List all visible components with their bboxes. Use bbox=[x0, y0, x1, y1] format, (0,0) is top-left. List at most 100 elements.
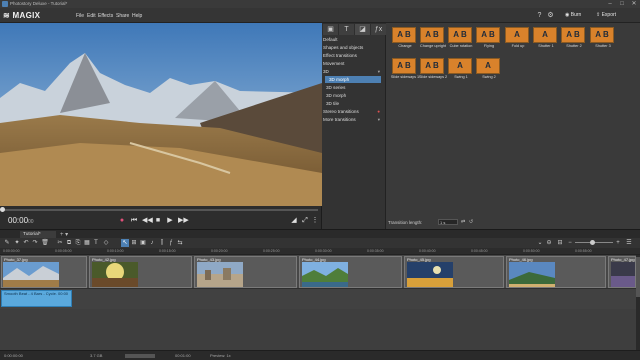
zoom-slider-handle[interactable] bbox=[590, 240, 595, 245]
category-3d[interactable]: 3D ▾ bbox=[322, 68, 386, 75]
transition-grid: A B Change A B Change upright A B Cube rota… bbox=[386, 23, 640, 229]
effects-icon[interactable]: ƒ bbox=[167, 239, 175, 247]
settings-icon[interactable]: ⚙ bbox=[546, 11, 555, 20]
zoom-minus-icon[interactable]: − bbox=[566, 239, 574, 247]
paste-icon[interactable]: ⎘ bbox=[74, 239, 82, 247]
redo-icon[interactable]: ↷ bbox=[31, 239, 39, 247]
close-button[interactable]: ✕ bbox=[628, 0, 640, 8]
jump-start-icon[interactable]: ⏮ bbox=[130, 217, 138, 225]
next-icon[interactable]: ▶▶ bbox=[178, 217, 189, 225]
transition-shutter-1[interactable]: A Shutter 1 bbox=[531, 27, 561, 53]
timeline-clip[interactable]: Photo_44.jpg bbox=[299, 256, 402, 288]
tab-media[interactable]: ▣ bbox=[323, 24, 338, 35]
export-button[interactable]: ⇪ Export bbox=[596, 11, 616, 20]
tab-titles[interactable]: T bbox=[339, 24, 354, 35]
timeline-view-icon[interactable]: ☰ bbox=[625, 239, 633, 247]
copy-icon[interactable]: ⧉ bbox=[65, 239, 73, 247]
category-stereo-transitions[interactable]: Stereo transitions ● bbox=[322, 108, 386, 115]
mouse-mode-icon[interactable]: ✎ bbox=[3, 239, 11, 247]
transition-fold-up[interactable]: A Fold up bbox=[503, 27, 533, 53]
pointer-icon[interactable]: ↖ bbox=[121, 239, 129, 247]
category-default[interactable]: Default bbox=[322, 36, 386, 43]
timeline-horizontal-scrollbar[interactable] bbox=[125, 354, 155, 358]
category-3d-morph-selected[interactable]: 3D morph bbox=[325, 76, 381, 83]
effects-category-panel: ▣ T ◪ ƒx Default Shapes and objects Effe… bbox=[322, 23, 386, 229]
transitions-icon[interactable]: ⇆ bbox=[176, 239, 184, 247]
transition-swing-2[interactable]: A Swing 2 bbox=[474, 58, 504, 84]
ruler-tick: 0:00:25:00 bbox=[263, 249, 280, 253]
timeline-clip[interactable]: Photo_45.jpg bbox=[404, 256, 504, 288]
timeline-clip[interactable]: Photo_47.jpg bbox=[608, 256, 636, 288]
category-effect-transitions[interactable]: Effect transitions bbox=[322, 52, 386, 59]
category-more-transitions[interactable]: More transitions ▾ bbox=[322, 116, 386, 123]
transition-swing-1[interactable]: A Swing 1 bbox=[446, 58, 476, 84]
menu-file[interactable]: File bbox=[76, 13, 84, 19]
timeline-clip[interactable]: Photo_37.jpg bbox=[1, 256, 87, 288]
transition-slide-sideways-2[interactable]: A B Slide sideways 2 bbox=[418, 58, 448, 84]
undo-icon[interactable]: ↶ bbox=[22, 239, 30, 247]
menu-effects[interactable]: Effects bbox=[98, 13, 113, 19]
category-3d-morph[interactable]: 3D morph bbox=[322, 92, 386, 99]
wand-icon[interactable]: ✦ bbox=[13, 239, 21, 247]
reset-icon[interactable]: ↺ bbox=[469, 219, 473, 225]
ruler-tick: 0:00:15:00 bbox=[159, 249, 176, 253]
preview-menu-icon[interactable]: ⋮ bbox=[311, 217, 319, 225]
menu-share[interactable]: Share bbox=[116, 13, 129, 19]
seek-handle[interactable] bbox=[0, 207, 5, 212]
audio-clip[interactable]: Smooth Beat - 4 Bars - Cycle. 00:00 bbox=[1, 290, 72, 307]
transition-shutter-2[interactable]: A B Shutter 2 bbox=[559, 27, 589, 53]
apply-all-icon[interactable]: ⇄ bbox=[461, 219, 465, 225]
ruler-tick: 0:00:20:00 bbox=[211, 249, 228, 253]
group-icon[interactable]: ▦ bbox=[83, 239, 91, 247]
ruler-tick: 0:00:55:00 bbox=[575, 249, 592, 253]
category-3d-tile[interactable]: 3D tile bbox=[322, 100, 386, 107]
minimize-button[interactable]: – bbox=[604, 0, 616, 8]
timeline-clip[interactable]: Photo_43.jpg bbox=[194, 256, 297, 288]
clip-thumbnail bbox=[3, 262, 59, 287]
transition-length-input[interactable]: 1 s bbox=[438, 219, 458, 225]
menu-edit[interactable]: Edit bbox=[87, 13, 96, 19]
fullscreen-icon[interactable]: ⤢ bbox=[301, 217, 309, 225]
audio-icon[interactable]: ♪ bbox=[148, 239, 156, 247]
stop-icon[interactable]: ■ bbox=[154, 217, 162, 225]
timeline-vertical-scrollbar[interactable] bbox=[636, 255, 640, 350]
transition-shutter-3[interactable]: A B Shutter 3 bbox=[588, 27, 618, 53]
timeline-clip[interactable]: Photo_46.jpg bbox=[506, 256, 606, 288]
play-icon[interactable]: ▶ bbox=[166, 217, 174, 225]
add-project-button[interactable]: + ▾ bbox=[60, 231, 68, 238]
volume-icon[interactable]: ◢ bbox=[290, 217, 298, 225]
timeline-clip[interactable]: Photo_42.jpg bbox=[89, 256, 192, 288]
transition-change[interactable]: A B Change bbox=[390, 27, 420, 53]
timeline-tracks: Photo_37.jpg Photo_42.jpg Photo_43.jpg P… bbox=[0, 255, 636, 350]
tab-effects[interactable]: ƒx bbox=[371, 24, 386, 35]
audio-track bbox=[0, 289, 636, 309]
category-movement[interactable]: Movement bbox=[322, 60, 386, 67]
chevron-down-icon[interactable]: ⌄ bbox=[536, 239, 544, 247]
record-icon[interactable]: ● bbox=[118, 217, 126, 225]
text-icon[interactable]: T bbox=[92, 239, 100, 247]
timeline-ruler[interactable]: 0:00:00:00 0:00:05:00 0:00:10:00 0:00:15… bbox=[0, 248, 640, 255]
burn-button[interactable]: ◉ Burn bbox=[565, 11, 581, 20]
transition-cube-rotation[interactable]: A B Cube rotation bbox=[446, 27, 476, 53]
snap-icon[interactable]: ⊞ bbox=[130, 239, 138, 247]
help-icon[interactable]: ? bbox=[535, 11, 544, 20]
transition-slide-sideways-1[interactable]: A B Slide sideways 1 bbox=[390, 58, 420, 84]
transition-change-upright[interactable]: A B Change upright bbox=[418, 27, 448, 53]
maximize-button[interactable]: □ bbox=[616, 0, 628, 8]
preview-seek-bar[interactable] bbox=[2, 209, 318, 211]
marker-icon[interactable]: ◇ bbox=[102, 239, 110, 247]
ruler-tick: 0:00:50:00 bbox=[523, 249, 540, 253]
cut-icon[interactable]: ✂ bbox=[56, 239, 64, 247]
transition-flying[interactable]: A B Flying bbox=[474, 27, 504, 53]
delete-icon[interactable]: 🗑 bbox=[41, 239, 49, 247]
fit-icon[interactable]: ⊖ bbox=[545, 239, 553, 247]
category-3d-series[interactable]: 3D series bbox=[322, 84, 386, 91]
tab-transitions[interactable]: ◪ bbox=[355, 24, 370, 35]
split-icon[interactable]: ⫿ bbox=[158, 239, 166, 247]
photo-icon[interactable]: ▣ bbox=[139, 239, 147, 247]
category-shapes-objects[interactable]: Shapes and objects bbox=[322, 44, 386, 51]
menu-help[interactable]: Help bbox=[132, 13, 142, 19]
zoom-out-icon[interactable]: ⊟ bbox=[556, 239, 564, 247]
zoom-in-icon[interactable]: + bbox=[614, 239, 622, 247]
previous-icon[interactable]: ◀◀ bbox=[142, 217, 153, 225]
